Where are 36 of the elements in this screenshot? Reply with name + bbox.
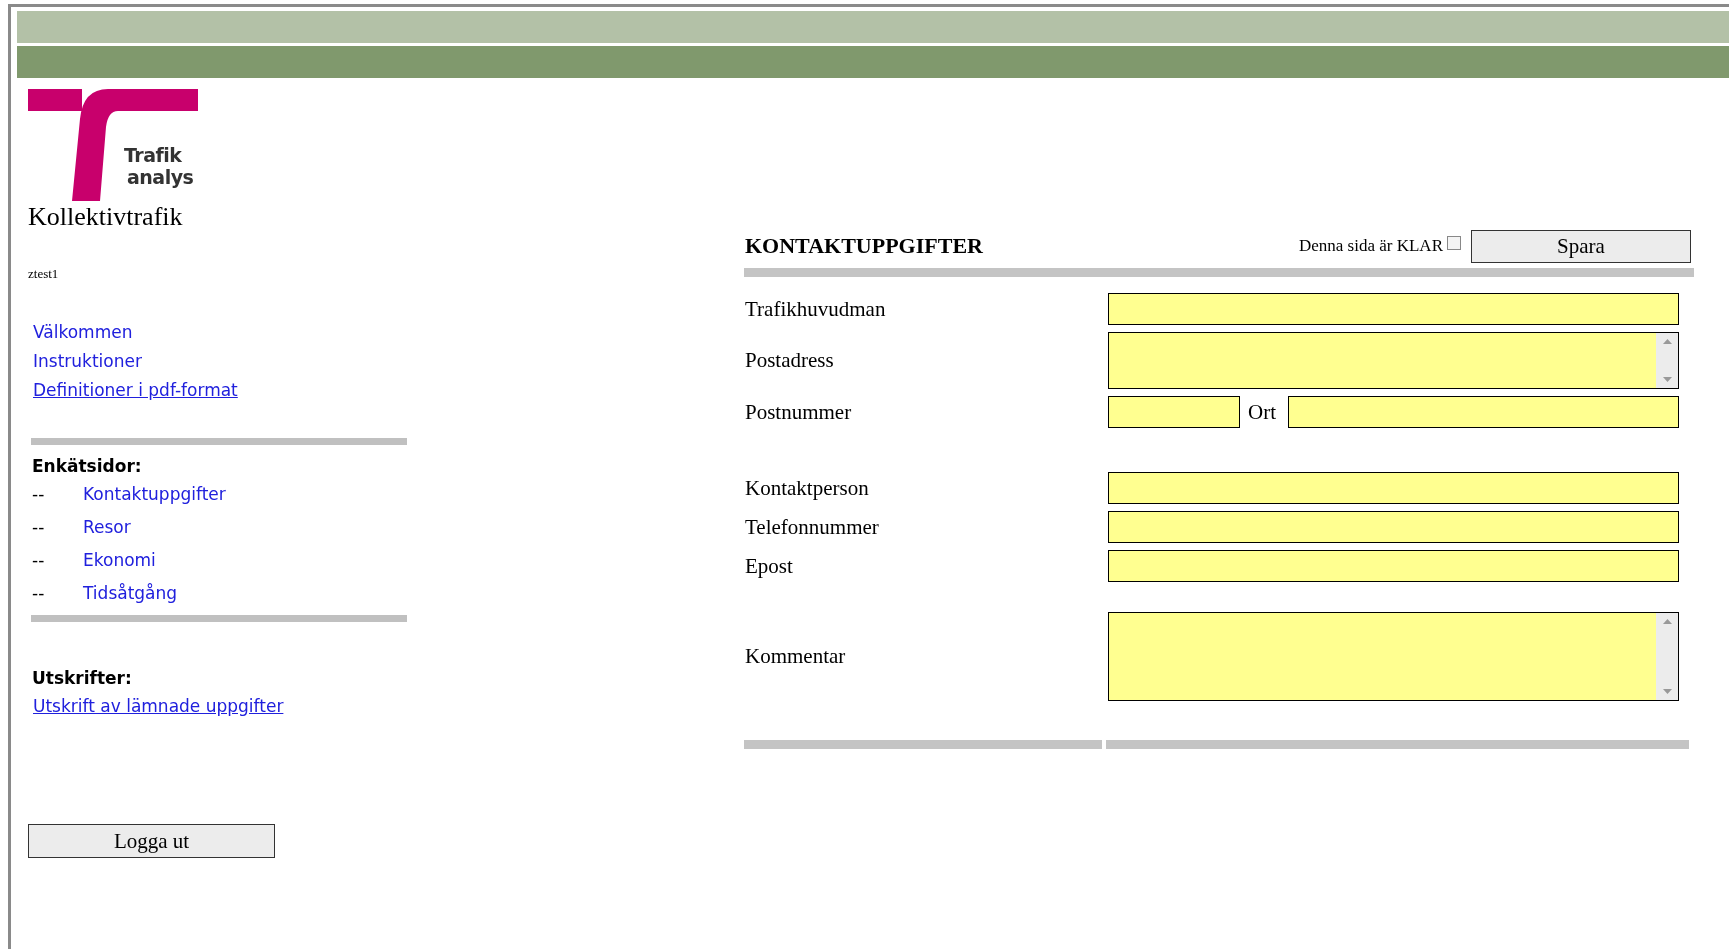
input-field[interactable]	[1108, 511, 1679, 543]
dash-marker: --	[32, 583, 46, 603]
ready-checkbox[interactable]	[1447, 236, 1461, 250]
dash-marker: --	[32, 484, 46, 504]
form-title: KONTAKTUPPGIFTER	[745, 233, 983, 259]
site-title: Kollektivtrafik	[28, 202, 183, 232]
section-heading: Utskrifter:	[32, 668, 132, 688]
input-field[interactable]	[1108, 293, 1679, 325]
dash-marker: --	[32, 517, 46, 537]
field-label: Kommentar	[744, 644, 847, 669]
field-label: Epost	[744, 553, 794, 579]
page-link[interactable]: Kontaktuppgifter	[83, 484, 226, 504]
username: ztest1	[28, 266, 59, 282]
field-label: Trafikhuvudman	[744, 296, 887, 322]
section-heading: Enkätsidor:	[32, 456, 142, 476]
field-label: Postadress	[744, 348, 835, 373]
nav-link[interactable]: Instruktioner	[33, 351, 142, 371]
input-field[interactable]	[1108, 472, 1679, 504]
input-field[interactable]	[1288, 396, 1679, 428]
field-label: Telefonnummer	[744, 514, 880, 540]
field-label: Kontaktperson	[744, 475, 870, 501]
logo: Trafik analys	[28, 89, 198, 202]
dash-marker: --	[32, 550, 46, 570]
field-label: Postnummer	[744, 399, 853, 425]
logout-button[interactable]: Logga ut	[28, 824, 275, 858]
input-field[interactable]	[1108, 396, 1240, 428]
checkbox-label: Denna sida är KLAR	[1299, 236, 1443, 256]
page-link[interactable]: Ekonomi	[83, 550, 156, 570]
page-link[interactable]: Tidsåtgång	[83, 583, 178, 603]
field-label: Ort	[1248, 399, 1276, 425]
save-button[interactable]: Spara	[1471, 229, 1691, 263]
input-field[interactable]	[1108, 550, 1679, 582]
nav-link[interactable]: Definitioner i pdf-format	[33, 380, 238, 400]
page-link[interactable]: Resor	[83, 517, 131, 537]
printout-link[interactable]: Utskrift av lämnade uppgifter	[33, 696, 284, 716]
nav-link[interactable]: Välkommen	[33, 322, 133, 342]
